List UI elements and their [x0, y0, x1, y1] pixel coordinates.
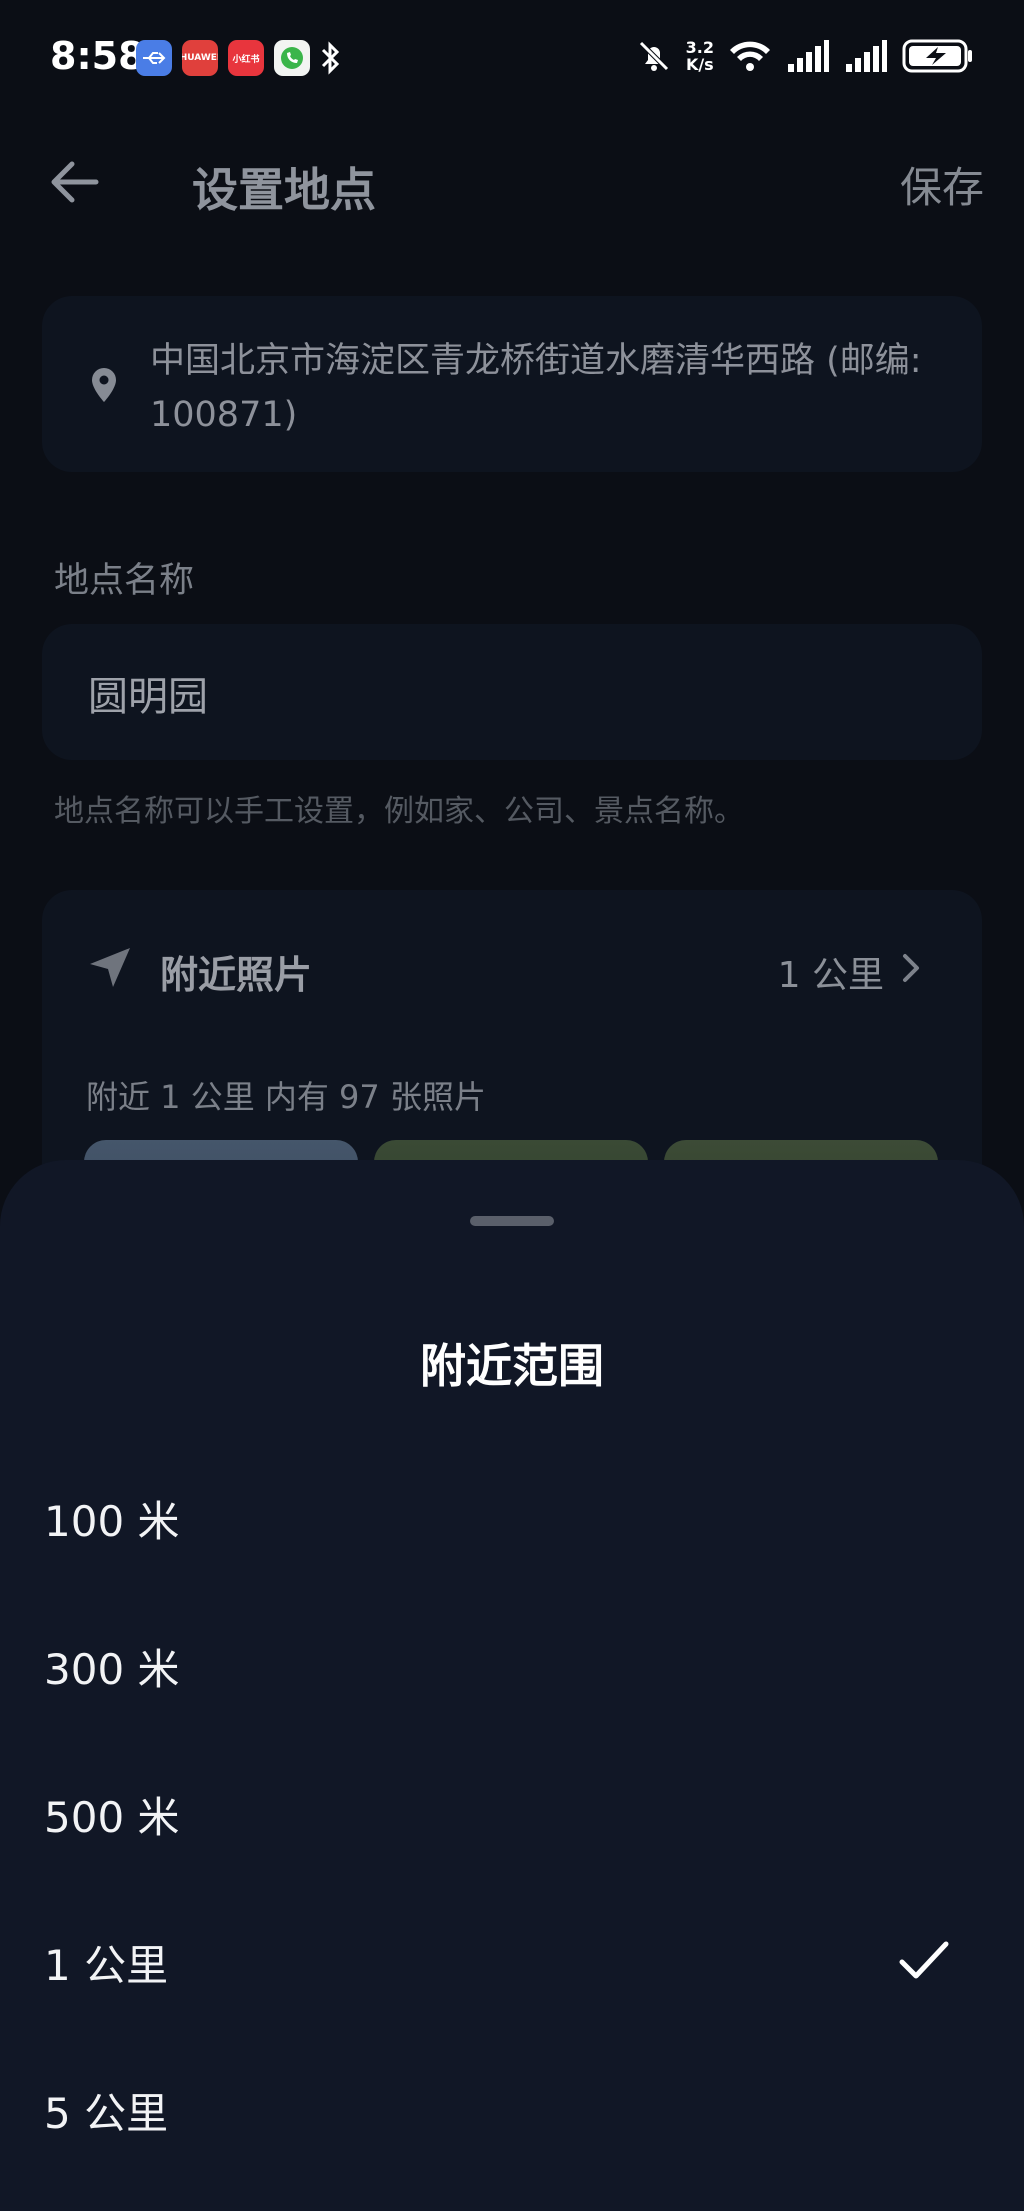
- location-pin-icon: [84, 364, 124, 408]
- screen: 8:58 HUAWEI 小红书 3.2 K/s: [0, 0, 1024, 2211]
- nearby-range-value[interactable]: 1 公里: [778, 946, 884, 998]
- status-app-icons: HUAWEI 小红书: [136, 40, 342, 76]
- range-option-label: 500 米: [44, 1793, 180, 1842]
- range-option-label: 300 米: [44, 1645, 180, 1694]
- network-speed: 3.2 K/s: [685, 38, 714, 74]
- status-bar: 8:58 HUAWEI 小红书 3.2 K/s: [0, 0, 1024, 120]
- status-time: 8:58: [50, 34, 145, 78]
- signal-icon: [844, 38, 888, 74]
- place-name-hint: 地点名称可以手工设置，例如家、公司、景点名称。: [54, 794, 744, 829]
- arrow-left-icon: [51, 161, 99, 203]
- checkmark-icon: [896, 1932, 952, 1988]
- address-text: 中国北京市海淀区青龙桥街道水磨清华西路 (邮编: 100871): [150, 341, 922, 435]
- range-option-label: 1 公里: [44, 1941, 169, 1990]
- xiaohongshu-icon: 小红书: [228, 40, 264, 76]
- sheet-title: 附近范围: [420, 1339, 604, 1393]
- signal-icon: [786, 38, 830, 74]
- wifi-icon: [728, 38, 772, 74]
- navigation-arrow-icon: [86, 944, 134, 992]
- usb-icon: [136, 40, 172, 76]
- place-name-label: 地点名称: [54, 561, 195, 601]
- nearby-photo-count: 附近 1 公里 内有 97 张照片: [86, 1078, 486, 1116]
- bell-muted-icon: [636, 38, 672, 74]
- app-header: 设置地点 保存: [0, 140, 1024, 220]
- battery-charging-icon: [902, 38, 974, 74]
- bluetooth-icon: [320, 41, 342, 75]
- place-name-value: 圆明园: [88, 674, 208, 720]
- range-option-label: 5 公里: [44, 2089, 169, 2138]
- range-option-label: 100 米: [44, 1497, 180, 1546]
- range-option-500m[interactable]: 500 米: [0, 1738, 1024, 1886]
- nearby-photos-title: 附近照片: [160, 953, 313, 997]
- status-indicators: 3.2 K/s: [636, 38, 974, 74]
- phone-call-icon: [274, 40, 310, 76]
- page-title: 设置地点: [192, 163, 376, 217]
- range-option-1km[interactable]: 1 公里: [0, 1886, 1024, 2034]
- sheet-drag-handle[interactable]: [470, 1216, 554, 1226]
- range-option-5km[interactable]: 5 公里: [0, 2034, 1024, 2182]
- huawei-app-icon: HUAWEI: [182, 40, 218, 76]
- save-button[interactable]: 保存: [900, 154, 984, 215]
- range-option-100m[interactable]: 100 米: [0, 1442, 1024, 1590]
- range-option-300m[interactable]: 300 米: [0, 1590, 1024, 1738]
- back-button[interactable]: [46, 154, 102, 210]
- address-card[interactable]: 中国北京市海淀区青龙桥街道水磨清华西路 (邮编: 100871): [42, 296, 982, 472]
- chevron-right-icon[interactable]: [896, 950, 926, 986]
- range-bottom-sheet: 附近范围 100 米 300 米 500 米 1 公里 5 公里: [0, 1160, 1024, 2211]
- place-name-input[interactable]: 圆明园: [42, 624, 982, 760]
